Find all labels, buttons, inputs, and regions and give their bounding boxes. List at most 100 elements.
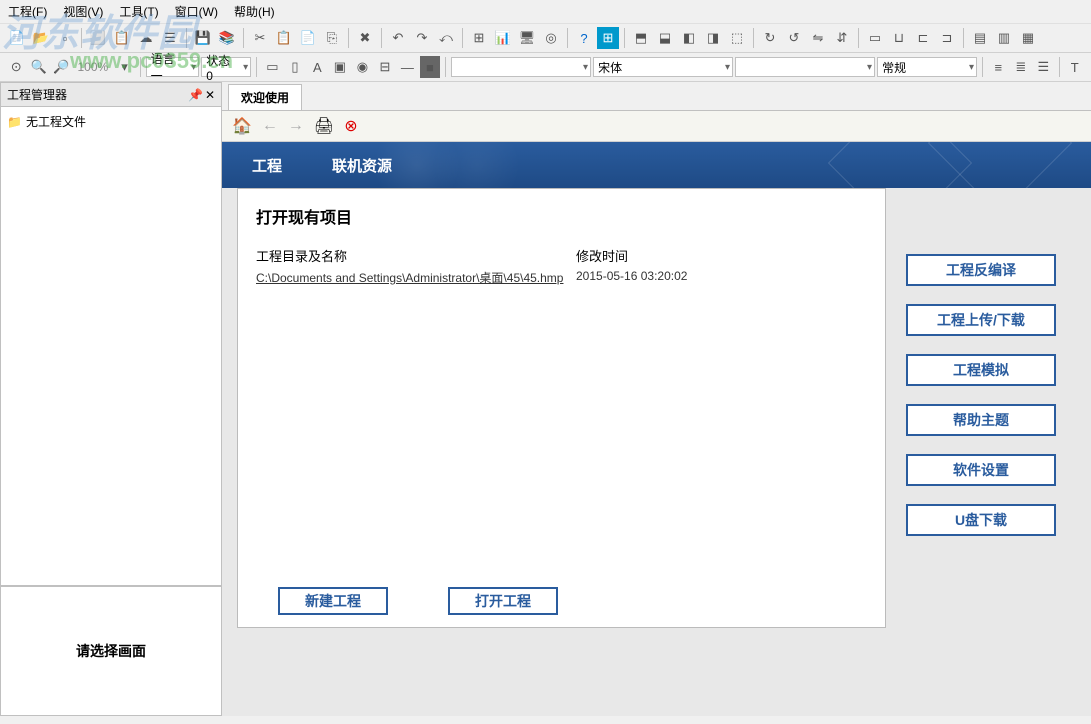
paste-icon[interactable]: 📄 [297, 27, 319, 49]
simulate-button[interactable]: 工程模拟 [906, 354, 1056, 386]
banner-project-link[interactable]: 工程 [252, 155, 282, 176]
print-icon[interactable]: 🖨 [314, 116, 334, 136]
project-tree[interactable]: 📁 无工程文件 [0, 107, 222, 586]
cloud-icon[interactable]: ☁ [135, 27, 157, 49]
weight-combo[interactable]: 常规 [877, 57, 977, 77]
saveall-icon[interactable]: 📚 [216, 27, 238, 49]
banner-online-link[interactable]: 联机资源 [332, 155, 392, 176]
tool1-icon[interactable]: ⊟ [375, 56, 396, 78]
texttool-icon[interactable]: T [1064, 56, 1085, 78]
zoomout-icon[interactable]: 🔎 [51, 56, 72, 78]
close-icon[interactable]: ▫ [54, 27, 76, 49]
calc-icon[interactable]: ⊞ [597, 27, 619, 49]
pin-icon[interactable]: 📌 [188, 88, 203, 102]
target-icon[interactable]: ◎ [540, 27, 562, 49]
menu-project[interactable]: 工程(F) [8, 3, 47, 20]
layer1-icon[interactable]: ▤ [969, 27, 991, 49]
flip2-icon[interactable]: ⇵ [831, 27, 853, 49]
shape-frame-icon[interactable]: ▯ [285, 56, 306, 78]
screen-icon[interactable]: ⬜ [87, 27, 109, 49]
folder-icon: 📁 [7, 115, 22, 129]
settings-button[interactable]: 软件设置 [906, 454, 1056, 486]
prop-combo[interactable] [451, 57, 591, 77]
left-sidebar: 工程管理器 📌 ✕ 📁 无工程文件 请选择画面 [0, 82, 222, 716]
zoom-down-icon[interactable]: ▾ [114, 56, 135, 78]
menubar: 工程(F) 视图(V) 工具(T) 窗口(W) 帮助(H) [0, 0, 1091, 24]
rotate2-icon[interactable]: ↺ [783, 27, 805, 49]
align4-icon[interactable]: ◨ [702, 27, 724, 49]
tool2-icon[interactable]: — [397, 56, 418, 78]
size-combo[interactable] [735, 57, 875, 77]
new-icon[interactable]: 📄 [6, 27, 28, 49]
copy2-icon[interactable]: ⎘ [321, 27, 343, 49]
chart-icon[interactable]: 📊 [492, 27, 514, 49]
flip1-icon[interactable]: ⇋ [807, 27, 829, 49]
usb-download-button[interactable]: U盘下载 [906, 504, 1056, 536]
undo2-icon[interactable]: ⤺ [435, 27, 457, 49]
copy-icon[interactable]: 📋 [273, 27, 295, 49]
help-button[interactable]: 帮助主题 [906, 404, 1056, 436]
layer2-icon[interactable]: ▥ [993, 27, 1015, 49]
close-panel-icon[interactable]: ✕ [205, 88, 215, 102]
tabbar: 欢迎使用 [222, 82, 1091, 111]
tree-root-item[interactable]: 📁 无工程文件 [5, 111, 217, 132]
group1-icon[interactable]: ▭ [864, 27, 886, 49]
upload-download-button[interactable]: 工程上传/下载 [906, 304, 1056, 336]
monitor-icon[interactable]: 🖥 [516, 27, 538, 49]
color-icon[interactable]: ■ [420, 56, 441, 78]
cut-icon[interactable]: ✂ [249, 27, 271, 49]
align2-icon[interactable]: ⬓ [654, 27, 676, 49]
zoom-label: 100% [74, 60, 113, 74]
back-icon[interactable]: ← [262, 117, 278, 135]
rotate1-icon[interactable]: ↻ [759, 27, 781, 49]
decompile-button[interactable]: 工程反编译 [906, 254, 1056, 286]
home-icon[interactable]: 🏠 [232, 116, 252, 136]
state-combo[interactable]: 状态0 [201, 57, 251, 77]
preview-panel: 请选择画面 [0, 586, 222, 716]
redo-icon[interactable]: ↷ [411, 27, 433, 49]
font-combo[interactable]: 宋体 [593, 57, 733, 77]
menu-tools[interactable]: 工具(T) [119, 3, 158, 20]
list-icon[interactable]: ☰ [159, 27, 181, 49]
stop-icon[interactable]: ⊗ [344, 116, 357, 136]
help-icon[interactable]: ? [573, 27, 595, 49]
text-icon[interactable]: A [307, 56, 328, 78]
tab-welcome[interactable]: 欢迎使用 [228, 84, 302, 110]
delete-icon[interactable]: ✖ [354, 27, 376, 49]
menu-help[interactable]: 帮助(H) [234, 3, 275, 20]
layer3-icon[interactable]: ▦ [1017, 27, 1039, 49]
alignright-icon[interactable]: ☰ [1033, 56, 1054, 78]
group3-icon[interactable]: ⊏ [912, 27, 934, 49]
language-combo[interactable]: 语言一 [146, 57, 200, 77]
panel-header: 工程管理器 📌 ✕ [0, 82, 222, 107]
group4-icon[interactable]: ⊐ [936, 27, 958, 49]
shape-rect-icon[interactable]: ▭ [262, 56, 283, 78]
circle-icon[interactable]: ◉ [352, 56, 373, 78]
menu-window[interactable]: 窗口(W) [175, 3, 218, 20]
new-project-button[interactable]: 新建工程 [278, 587, 388, 615]
save-icon[interactable]: 💾 [192, 27, 214, 49]
open-icon[interactable]: 📂 [30, 27, 52, 49]
grid-icon[interactable]: ⊞ [468, 27, 490, 49]
group2-icon[interactable]: ⊔ [888, 27, 910, 49]
nav-toolbar: 🏠 ← → 🖨 ⊗ [222, 111, 1091, 142]
menu-view[interactable]: 视图(V) [63, 3, 103, 20]
content-area: 欢迎使用 🏠 ← → 🖨 ⊗ 工程 联机资源 打开现有项目 [222, 82, 1091, 716]
aligncenter-icon[interactable]: ≣ [1011, 56, 1032, 78]
align5-icon[interactable]: ⬚ [726, 27, 748, 49]
fill-icon[interactable]: ▣ [330, 56, 351, 78]
undo-icon[interactable]: ↶ [387, 27, 409, 49]
align1-icon[interactable]: ⬒ [630, 27, 652, 49]
card-title: 打开现有项目 [256, 204, 867, 228]
project-path-link[interactable]: C:\Documents and Settings\Administrator\… [256, 269, 576, 286]
align3-icon[interactable]: ◧ [678, 27, 700, 49]
doc-icon[interactable]: 📋 [111, 27, 133, 49]
open-project-button[interactable]: 打开工程 [448, 587, 558, 615]
zoomin-icon[interactable]: 🔍 [29, 56, 50, 78]
col-date-header: 修改时间 [576, 246, 867, 265]
forward-icon[interactable]: → [288, 117, 304, 135]
preview-hint: 请选择画面 [76, 641, 146, 661]
project-card: 打开现有项目 工程目录及名称 C:\Documents and Settings… [237, 188, 886, 628]
zoomreset-icon[interactable]: ⊙ [6, 56, 27, 78]
alignleft-icon[interactable]: ≡ [988, 56, 1009, 78]
